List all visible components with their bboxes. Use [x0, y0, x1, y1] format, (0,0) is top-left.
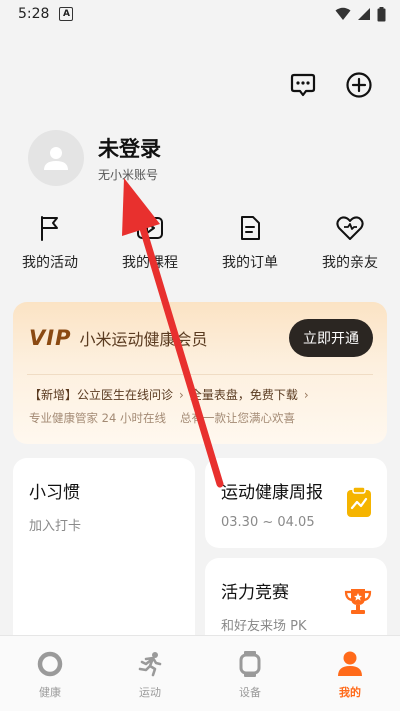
my-orders[interactable]: 我的订单: [200, 214, 300, 272]
plus-circle-icon: [346, 72, 372, 98]
account-subtitle: 无小米账号: [98, 168, 159, 182]
tab-health-label: 健康: [39, 686, 61, 699]
weekly-report-card[interactable]: 运动健康周报 03.30 ~ 04.05: [205, 458, 387, 548]
habit-subtitle: 加入打卡: [29, 519, 82, 534]
run-icon: [138, 652, 162, 677]
open-vip-button[interactable]: 立即开通: [289, 319, 373, 357]
chevron-right-icon: ›: [179, 387, 184, 402]
vip-promo-row: 【新增】公立医生在线问诊 › 全量表盘，免费下载 ›: [29, 386, 375, 403]
vip-logo: VIP: [29, 326, 72, 350]
tab-health[interactable]: 健康: [0, 636, 100, 711]
habit-title: 小习惯: [29, 483, 80, 503]
promo-watchface-text[interactable]: 全量表盘，免费下载: [190, 386, 298, 403]
notification-a-icon: A: [59, 7, 74, 21]
profile-header[interactable]: 未登录 无小米账号: [28, 130, 161, 186]
trophy-icon: [344, 589, 372, 614]
my-activities[interactable]: 我的活动: [0, 214, 100, 272]
message-icon: [290, 73, 316, 97]
my-courses-label: 我的课程: [122, 255, 178, 271]
person-icon: [338, 651, 362, 676]
my-family[interactable]: 我的亲友: [300, 214, 400, 272]
contest-subtitle: 和好友来场 PK: [221, 619, 307, 634]
flag-icon: [41, 216, 58, 241]
status-time: 5:28: [18, 6, 50, 22]
my-orders-label: 我的订单: [222, 255, 278, 271]
chevron-right-icon: ›: [303, 387, 309, 402]
vip-sub-2: 总有一款让您满心欢喜: [179, 411, 295, 425]
battery-icon: [377, 6, 386, 21]
tab-mine-label: 我的: [339, 686, 361, 699]
tab-sport-label: 运动: [139, 686, 161, 699]
order-icon: [241, 216, 260, 240]
wifi-icon: [335, 7, 351, 20]
status-bar: 5:28 A: [0, 0, 400, 28]
report-icon: [347, 486, 371, 517]
watch-icon: [239, 651, 261, 677]
avatar[interactable]: [28, 130, 84, 186]
top-actions: [288, 70, 374, 100]
vip-title: 小米运动健康会员: [79, 330, 208, 349]
divider: [27, 374, 373, 375]
vip-sub-1: 专业健康管家 24 小时在线: [29, 411, 166, 425]
promo-consult-text: 公立医生在线问诊: [77, 388, 174, 402]
vip-membership-card[interactable]: VIP 小米运动健康会员 立即开通 【新增】公立医生在线问诊 › 全量表盘，免费…: [13, 302, 387, 444]
signal-icon: [358, 8, 370, 20]
add-button[interactable]: [344, 70, 374, 100]
message-button[interactable]: [288, 70, 318, 100]
my-activities-label: 我的活动: [22, 255, 78, 271]
habit-card[interactable]: 小习惯 加入打卡: [13, 458, 195, 648]
quick-entries: 我的活动 我的课程 我的订单 我的亲友: [0, 214, 400, 272]
tab-sport[interactable]: 运动: [100, 636, 200, 711]
user-icon: [44, 147, 68, 170]
bottom-tab-bar: 健康 运动 设备 我的: [0, 635, 400, 711]
vip-sub-row: 专业健康管家 24 小时在线 总有一款让您满心欢喜: [29, 410, 375, 426]
my-courses[interactable]: 我的课程: [100, 214, 200, 272]
login-status[interactable]: 未登录: [98, 133, 161, 163]
status-icons: [335, 6, 386, 22]
video-icon: [137, 217, 163, 239]
promo-consult[interactable]: 【新增】公立医生在线问诊: [29, 386, 173, 403]
tab-device[interactable]: 设备: [200, 636, 300, 711]
health-icon: [37, 651, 63, 677]
heart-icon: [336, 216, 364, 240]
tab-mine[interactable]: 我的: [300, 636, 400, 711]
promo-new-tag: 【新增】: [29, 388, 78, 402]
tab-device-label: 设备: [239, 686, 261, 699]
my-family-label: 我的亲友: [322, 255, 378, 271]
